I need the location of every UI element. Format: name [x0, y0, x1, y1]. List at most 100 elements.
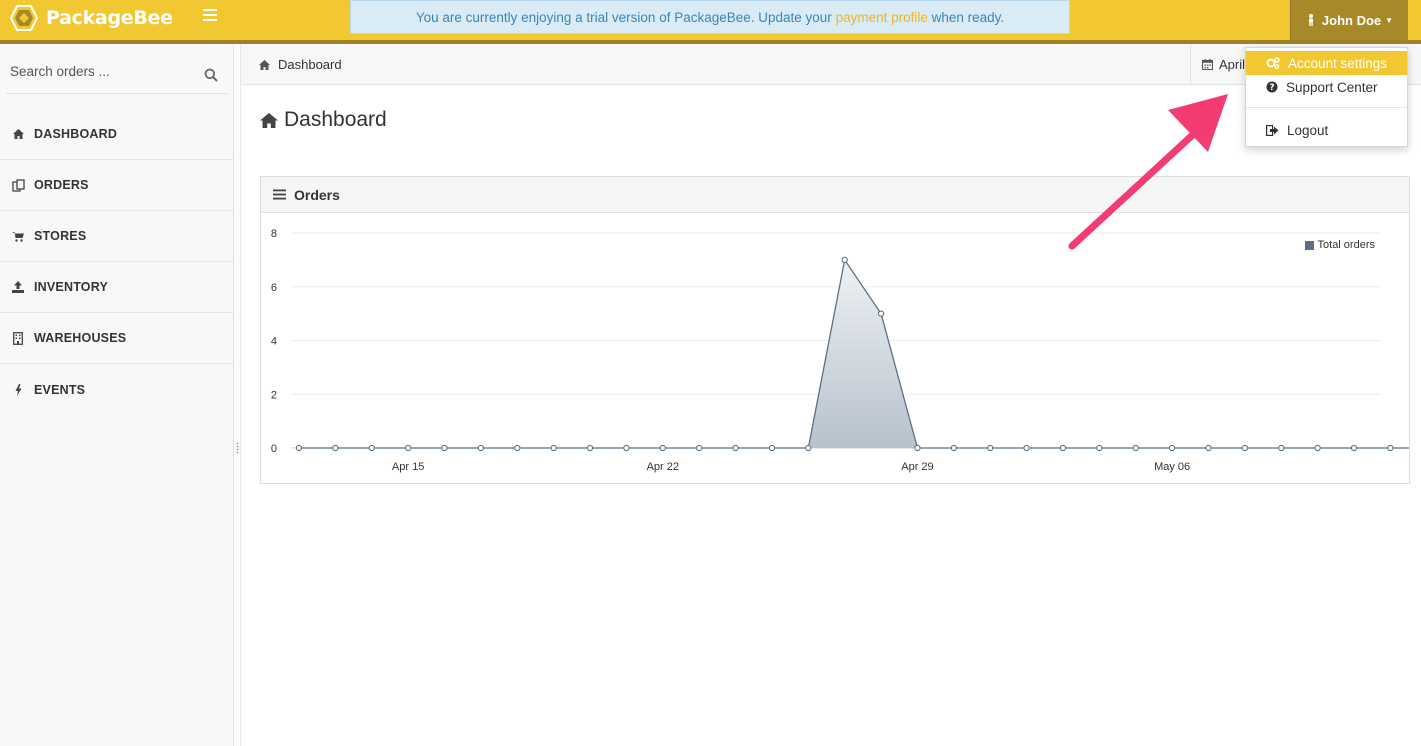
home-icon: [11, 127, 25, 141]
y-tick-label: 8: [271, 228, 277, 240]
data-point: [768, 444, 776, 452]
sidebar-item-label: WAREHOUSES: [34, 331, 127, 345]
data-point: [805, 444, 812, 452]
y-tick-label: 6: [271, 282, 277, 294]
date-range-label: April: [1219, 57, 1246, 72]
data-point: [332, 444, 339, 452]
sidebar-item-label: EVENTS: [34, 382, 86, 397]
app-logo[interactable]: PackageBee: [10, 5, 173, 31]
sidebar-item-label: DASHBOARD: [34, 127, 118, 141]
sidebar-nav: DASHBOARD ORDERS STORES INVENTORY WAREHO…: [0, 109, 234, 415]
search-box[interactable]: Search orders ...: [6, 56, 228, 94]
data-point: [1168, 444, 1176, 452]
data-point: [1350, 444, 1358, 452]
user-name: John Doe: [1321, 12, 1382, 28]
menu-divider: [1246, 107, 1407, 108]
data-point: [623, 444, 630, 452]
upload-icon: [11, 280, 25, 294]
series-area: [299, 259, 1409, 448]
data-point: [477, 444, 485, 452]
panel-title: Orders: [294, 186, 340, 203]
app-name: PackageBee: [46, 7, 173, 29]
data-point: [368, 444, 375, 452]
data-point: [586, 444, 594, 452]
trial-banner: You are currently enjoying a trial versi…: [350, 0, 1070, 34]
data-point: [514, 444, 521, 452]
data-point: [696, 444, 703, 452]
user-icon: [1308, 14, 1313, 26]
x-tick-label: Apr 15: [392, 461, 424, 473]
panel-header: Orders: [261, 177, 1409, 213]
top-bar: PackageBee You are currently enjoying a …: [0, 0, 1421, 44]
user-dropdown-menu: Account settings ? Support Center Logout: [1245, 47, 1408, 147]
sidebar-resize-handle[interactable]: [234, 44, 241, 746]
building-icon: [11, 331, 25, 345]
copy-icon: [11, 178, 25, 192]
sidebar-item-label: INVENTORY: [34, 280, 109, 294]
data-point: [441, 444, 448, 452]
data-point: [295, 444, 303, 452]
menu-item-label: Logout: [1287, 122, 1329, 138]
data-point: [550, 444, 557, 452]
payment-profile-link[interactable]: payment profile: [836, 10, 928, 25]
menu-item-label: Account settings: [1288, 55, 1388, 71]
logout-icon: [1266, 124, 1279, 136]
home-icon: [259, 59, 270, 70]
data-point: [659, 444, 666, 452]
page-title-text: Dashboard: [284, 108, 387, 131]
trial-text: You are currently enjoying a trial versi…: [415, 10, 836, 25]
y-tick-label: 2: [271, 389, 277, 401]
sidebar-item-events[interactable]: EVENTS: [0, 364, 234, 415]
orders-panel: Orders 0 2 4 6 8 Apr 15 Apr 22 Apr 29 May 06 Tot…: [260, 176, 1410, 484]
question-icon: ?: [1266, 81, 1278, 93]
user-menu-button[interactable]: John Doe ▼: [1290, 0, 1408, 40]
data-point: [1314, 444, 1321, 452]
annotation-arrow: [1068, 94, 1228, 250]
data-point: [1096, 444, 1103, 452]
gears-icon: [1266, 57, 1280, 69]
menu-item-account-settings[interactable]: Account settings: [1246, 51, 1407, 75]
sidebar: Search orders ... DASHBOARD ORDERS STORE…: [0, 44, 234, 746]
sidebar-item-inventory[interactable]: INVENTORY: [0, 262, 234, 313]
breadcrumb[interactable]: Dashboard: [259, 57, 342, 72]
trial-text-end: when ready.: [927, 10, 1005, 25]
sidebar-item-orders[interactable]: ORDERS: [0, 160, 234, 211]
menu-item-logout[interactable]: Logout: [1246, 118, 1407, 142]
data-point: [1059, 444, 1067, 452]
search-icon[interactable]: [204, 68, 218, 82]
data-point: [1278, 444, 1285, 452]
calendar-icon: [1201, 59, 1214, 71]
data-point: [1023, 444, 1030, 452]
data-point: [732, 444, 739, 452]
data-point: [1241, 444, 1249, 452]
sidebar-item-dashboard[interactable]: DASHBOARD: [0, 109, 234, 160]
caret-down-icon: ▼: [1385, 15, 1394, 25]
data-point: [1132, 444, 1139, 452]
list-icon: [273, 189, 286, 200]
breadcrumb-bar: Dashboard April: [241, 44, 1421, 85]
menu-item-support-center[interactable]: ? Support Center: [1246, 75, 1407, 99]
bolt-icon: [11, 383, 25, 397]
svg-text:?: ?: [1269, 83, 1274, 93]
page-title: Dashboard: [260, 108, 387, 132]
sidebar-item-warehouses[interactable]: WAREHOUSES: [0, 313, 234, 364]
search-input[interactable]: Search orders ...: [10, 64, 110, 79]
sidebar-item-stores[interactable]: STORES: [0, 211, 234, 262]
chart-legend[interactable]: Total orders: [1304, 239, 1375, 251]
data-point: [841, 256, 848, 264]
data-point: [877, 310, 885, 317]
cart-icon: [11, 229, 25, 243]
drag-handle-icon: [236, 442, 239, 454]
data-point: [987, 444, 994, 452]
data-point: [1387, 444, 1394, 452]
menu-item-label: Support Center: [1286, 79, 1378, 95]
y-tick-label: 0: [271, 443, 277, 455]
breadcrumb-label: Dashboard: [278, 57, 342, 72]
legend-swatch: [1304, 240, 1314, 250]
data-point: [950, 444, 957, 452]
menu-toggle-icon[interactable]: [203, 9, 217, 23]
x-tick-label: Apr 22: [647, 461, 679, 473]
home-icon: [260, 112, 278, 128]
y-tick-label: 4: [271, 336, 277, 348]
data-point: [914, 444, 921, 452]
